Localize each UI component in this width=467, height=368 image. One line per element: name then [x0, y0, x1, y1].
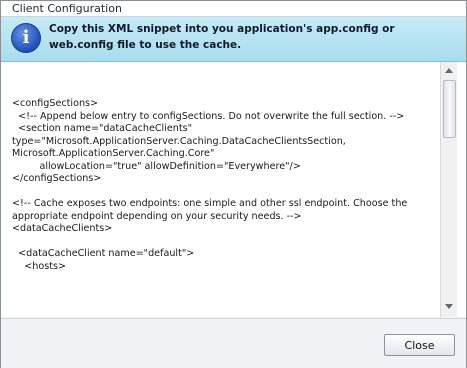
scroll-down-arrow-icon[interactable] — [445, 304, 453, 309]
xml-snippet[interactable]: <configSections> <!-- Append below entry… — [12, 98, 437, 316]
dialog-title: Client Configuration — [12, 2, 122, 15]
dialog-footer: Close — [1, 318, 466, 368]
info-icon: i — [11, 23, 41, 53]
title-bar: Client Configuration — [1, 1, 466, 17]
scrollbar-thumb[interactable] — [443, 80, 456, 138]
close-button[interactable]: Close — [384, 334, 455, 356]
info-banner: i Copy this XML snippet into you applica… — [1, 17, 466, 62]
code-panel: <configSections> <!-- Append below entry… — [1, 62, 466, 317]
info-message: Copy this XML snippet into you applicati… — [49, 23, 395, 51]
vertical-scrollbar[interactable] — [440, 62, 457, 317]
client-configuration-dialog: Client Configuration i Copy this XML sni… — [0, 0, 467, 368]
scroll-up-arrow-icon[interactable] — [445, 68, 453, 73]
